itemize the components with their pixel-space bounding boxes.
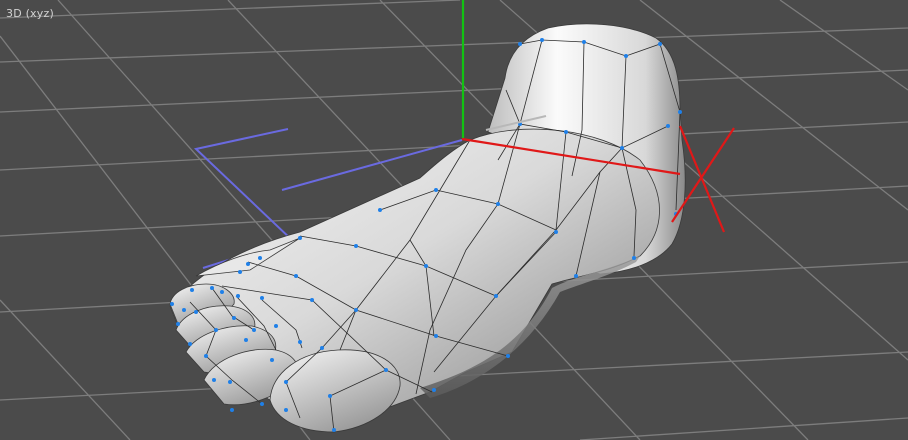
viewport-label: 3D (xyz) <box>6 7 54 20</box>
3d-viewport[interactable]: 3D (xyz) <box>0 0 908 440</box>
foot-mesh[interactable] <box>169 23 686 433</box>
scene-canvas[interactable] <box>0 0 908 440</box>
